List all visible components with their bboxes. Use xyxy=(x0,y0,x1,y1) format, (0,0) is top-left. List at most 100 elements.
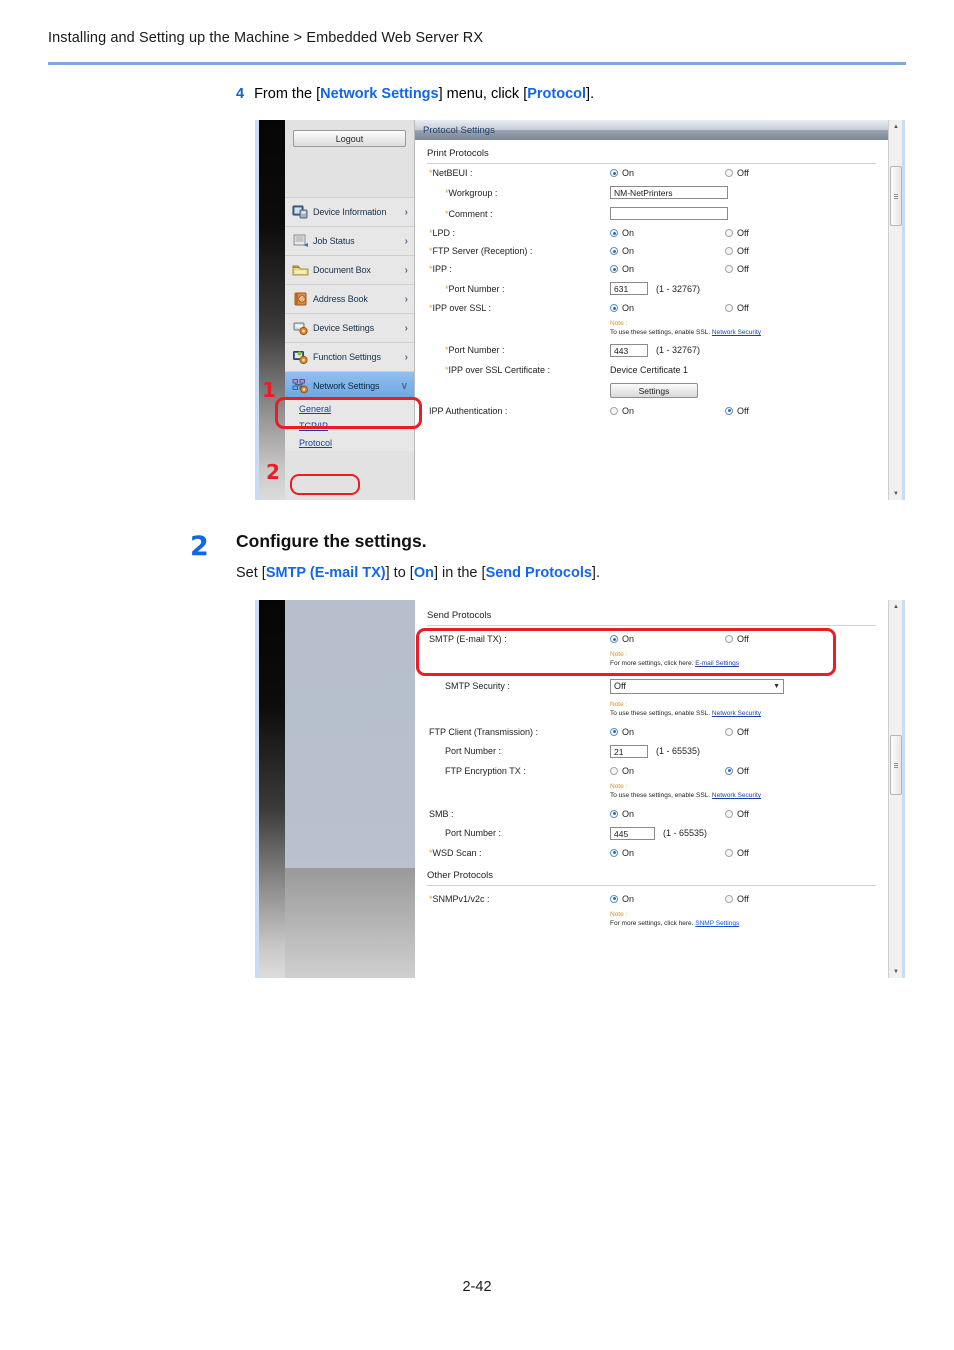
radio-off-label: Off xyxy=(737,405,749,416)
setting-row-ftp-client-transmission: FTP Client (Transmission) : On Off xyxy=(415,723,888,741)
note-label: Note : xyxy=(610,782,628,790)
radio-off-icon[interactable] xyxy=(725,406,733,415)
setting-row-ftp-server-reception: *FTP Server (Reception) : On Off xyxy=(415,242,888,260)
radio-off-icon[interactable] xyxy=(725,848,733,857)
smb-port-input[interactable]: 445 xyxy=(610,826,655,840)
sidebar-item-network-settings[interactable]: Network Settings ∨ xyxy=(285,371,414,400)
radio-off-icon[interactable] xyxy=(725,894,733,903)
radio-off-label: Off xyxy=(737,893,749,904)
radio-option-on[interactable]: On xyxy=(610,727,725,737)
radio-option-off[interactable]: Off xyxy=(725,303,840,313)
ipp-port-input[interactable]: 631 xyxy=(610,282,648,295)
setting-row-netbeui: *NetBEUI : On Off xyxy=(415,164,888,182)
radio-option-on[interactable]: On xyxy=(610,168,725,178)
radio-on-icon[interactable] xyxy=(610,766,618,775)
sidebar-subitem-general[interactable]: General xyxy=(285,400,414,417)
scrollbar-thumb[interactable] xyxy=(890,166,902,226)
radio-option-off[interactable]: Off xyxy=(725,228,840,238)
note-text: To use these settings, enable SSL. xyxy=(610,329,711,337)
sidebar-item-address-book[interactable]: @ Address Book › xyxy=(285,284,414,313)
radio-option-on[interactable]: On xyxy=(610,264,725,274)
step-2-text-before: Set [ xyxy=(236,565,266,581)
link-network-security[interactable]: Network Security xyxy=(712,329,761,336)
radio-option-on[interactable]: On xyxy=(610,634,725,644)
radio-option-off[interactable]: Off xyxy=(725,809,840,819)
row-label: Port Number : xyxy=(448,283,505,294)
settings-button[interactable]: Settings xyxy=(610,382,698,398)
radio-option-on[interactable]: On xyxy=(610,303,725,313)
radio-off-icon[interactable] xyxy=(725,809,733,818)
logout-button[interactable]: Logout xyxy=(293,130,406,147)
sidebar-item-label: Function Settings xyxy=(313,352,381,362)
radio-option-off[interactable]: Off xyxy=(725,246,840,256)
radio-option-on[interactable]: On xyxy=(610,766,725,776)
smtp-security-select[interactable]: Off ▼ xyxy=(610,678,784,694)
radio-on-icon[interactable] xyxy=(610,304,618,312)
sidebar-item-device-settings[interactable]: Device Settings › xyxy=(285,313,414,342)
radio-option-off[interactable]: Off xyxy=(725,406,840,416)
scroll-down-arrow-icon[interactable]: ▼ xyxy=(889,487,902,500)
link-email-settings[interactable]: E-mail Settings xyxy=(695,660,739,667)
radio-option-off[interactable]: Off xyxy=(725,727,840,737)
radio-option-on[interactable]: On xyxy=(610,848,725,858)
link-snmp-settings[interactable]: SNMP Settings xyxy=(695,920,739,927)
setting-row-ftp-port-number: Port Number : 21 (1 - 65535) xyxy=(415,741,888,762)
sidebar-item-document-box[interactable]: Document Box › xyxy=(285,255,414,284)
radio-on-icon[interactable] xyxy=(610,265,618,273)
radio-option-on[interactable]: On xyxy=(610,406,725,416)
sidebar-subitem-tcpip[interactable]: TCP/IP xyxy=(285,417,414,434)
radio-option-off[interactable]: Off xyxy=(725,894,840,904)
radio-option-on[interactable]: On xyxy=(610,246,725,256)
scroll-down-arrow-icon[interactable]: ▼ xyxy=(889,965,902,978)
radio-option-on[interactable]: On xyxy=(610,894,725,904)
radio-on-icon[interactable] xyxy=(610,247,618,255)
ftp-port-input[interactable]: 21 xyxy=(610,744,648,758)
radio-off-icon[interactable] xyxy=(725,247,733,255)
link-network-security[interactable]: Network Security xyxy=(712,792,761,799)
radio-off-label: Off xyxy=(737,264,749,274)
radio-on-icon[interactable] xyxy=(610,635,618,643)
radio-off-icon[interactable] xyxy=(725,766,733,775)
radio-off-icon[interactable] xyxy=(725,727,733,736)
radio-off-icon[interactable] xyxy=(725,265,733,273)
link-network-security[interactable]: Network Security xyxy=(712,710,761,717)
radio-off-icon[interactable] xyxy=(725,304,733,312)
radio-on-icon[interactable] xyxy=(610,229,618,237)
link-network-settings[interactable]: Network Settings xyxy=(320,86,438,102)
link-on[interactable]: On xyxy=(414,565,434,581)
radio-option-on[interactable]: On xyxy=(610,809,725,819)
workgroup-input[interactable]: NM-NetPrinters xyxy=(610,186,728,199)
note-label: Note : xyxy=(610,910,628,918)
link-smtp-email-tx[interactable]: SMTP (E-mail TX) xyxy=(266,565,386,581)
sidebar-item-device-information[interactable]: Device Information › xyxy=(285,197,414,226)
radio-off-icon[interactable] xyxy=(725,635,733,643)
ipp-ssl-port-input[interactable]: 443 xyxy=(610,343,648,357)
radio-option-off[interactable]: Off xyxy=(725,264,840,274)
radio-on-icon[interactable] xyxy=(610,809,618,818)
radio-off-icon[interactable] xyxy=(725,169,733,177)
radio-on-icon[interactable] xyxy=(610,406,618,415)
radio-on-icon[interactable] xyxy=(610,169,618,177)
scrollbar-thumb[interactable] xyxy=(890,735,902,795)
link-send-protocols[interactable]: Send Protocols xyxy=(486,565,592,581)
row-label: FTP Client (Transmission) : xyxy=(429,726,539,737)
comment-input[interactable] xyxy=(610,207,728,220)
radio-on-icon[interactable] xyxy=(610,894,618,903)
sidebar-subitem-protocol[interactable]: Protocol xyxy=(285,434,414,451)
radio-on-icon[interactable] xyxy=(610,727,618,736)
radio-option-off[interactable]: Off xyxy=(725,168,840,178)
radio-option-off[interactable]: Off xyxy=(725,766,840,776)
vertical-scrollbar[interactable]: ▲ ▼ xyxy=(888,600,902,978)
scroll-up-arrow-icon[interactable]: ▲ xyxy=(889,120,902,133)
vertical-scrollbar[interactable]: ▲ ▼ xyxy=(888,120,902,500)
radio-option-off[interactable]: Off xyxy=(725,848,840,858)
sidebar-item-job-status[interactable]: Job Status › xyxy=(285,226,414,255)
radio-option-on[interactable]: On xyxy=(610,228,725,238)
chevron-down-icon[interactable]: ▼ xyxy=(773,680,780,693)
sidebar-item-function-settings[interactable]: Function Settings › xyxy=(285,342,414,371)
link-protocol[interactable]: Protocol xyxy=(527,86,586,102)
scroll-up-arrow-icon[interactable]: ▲ xyxy=(889,600,902,613)
radio-off-icon[interactable] xyxy=(725,229,733,237)
radio-on-icon[interactable] xyxy=(610,848,618,857)
radio-option-off[interactable]: Off xyxy=(725,634,840,644)
